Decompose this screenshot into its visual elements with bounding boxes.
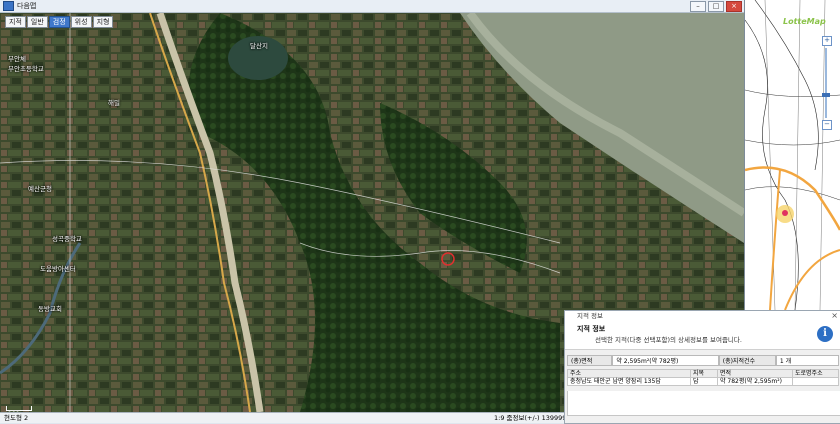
- overview-map[interactable]: LotteMap + −: [745, 0, 840, 310]
- parcel-count-label: (총)지적건수: [718, 355, 776, 366]
- road-address-cell: [792, 377, 839, 386]
- tab-terrain[interactable]: 지형: [92, 16, 114, 28]
- dialog-heading: 지적 정보: [577, 325, 606, 333]
- dialog-header: 지적 정보 선택한 지적(다중 선택포함)의 상세정보를 보여줍니다. i: [565, 321, 840, 350]
- dialog-subtitle: 선택한 지적(다중 선택포함)의 상세정보를 보여줍니다.: [595, 336, 742, 344]
- poi-label[interactable]: 해밀: [108, 97, 120, 107]
- summary-row: (총)면적 약 2,595m²(약 782평) (총)지적건수 1 개: [567, 355, 839, 366]
- tab-satellite[interactable]: 위성: [70, 16, 92, 28]
- close-button[interactable]: ×: [726, 1, 742, 12]
- poi-label[interactable]: 도움방아센터: [40, 263, 76, 273]
- column-header[interactable]: 도로명주소: [792, 369, 839, 378]
- lake-label: 달산지: [250, 42, 268, 50]
- tab-cadastral[interactable]: 지적: [5, 16, 26, 28]
- parcel-info-dialog: 지적 정보 × 지적 정보 선택한 지적(다중 선택포함)의 상세정보를 보여줍…: [564, 310, 840, 424]
- poi-label[interactable]: 동방교회: [38, 303, 62, 313]
- poi-label[interactable]: 부안초등학교: [8, 63, 44, 73]
- tab-hybrid[interactable]: 검정: [48, 16, 70, 28]
- column-header[interactable]: 면적: [717, 369, 793, 378]
- table-header-row: 주소 지목 면적 도로명주소: [567, 369, 839, 378]
- zoom-out-button[interactable]: −: [822, 120, 832, 130]
- dialog-close-button[interactable]: ×: [831, 311, 838, 321]
- zoom-in-button[interactable]: +: [822, 36, 832, 46]
- column-header[interactable]: 지목: [690, 369, 718, 378]
- total-area-label: (총)면적: [567, 355, 613, 366]
- info-icon: i: [817, 326, 833, 342]
- dialog-titlebar[interactable]: 지적 정보 ×: [565, 311, 840, 321]
- zoom-control[interactable]: + −: [822, 36, 832, 130]
- tab-general[interactable]: 일반: [26, 16, 48, 28]
- poi-label[interactable]: 부안체: [8, 53, 26, 63]
- app-icon: [3, 1, 14, 11]
- area-cell: 약 782평(약 2,595m²): [717, 377, 793, 386]
- zoom-slider-thumb[interactable]: [822, 93, 830, 97]
- land-category-cell: 답: [690, 377, 718, 386]
- dialog-title: 지적 정보: [577, 312, 603, 320]
- parcel-count-value: 1 개: [775, 355, 839, 366]
- table-empty-area: [567, 391, 840, 416]
- address-cell: 충청남도 태안군 남면 양잠리 135답: [567, 377, 691, 386]
- maximize-button[interactable]: □: [708, 1, 724, 12]
- minimize-button[interactable]: –: [690, 1, 706, 12]
- poi-label[interactable]: 성곡중학교: [52, 233, 82, 243]
- total-area-value: 약 2,595m²(약 782평): [612, 355, 719, 366]
- table-row[interactable]: 충청남도 태안군 남면 양잠리 135답 답 약 782평(약 2,595m²): [567, 377, 839, 386]
- poi-label[interactable]: 예산군청: [28, 183, 52, 193]
- window-title: 다음맵: [17, 2, 37, 10]
- parcel-table: 주소 지목 면적 도로명주소 충청남도 태안군 남면 양잠리 135답 답 약 …: [567, 369, 839, 386]
- zoom-slider[interactable]: [822, 48, 830, 118]
- minimap-logo: LotteMap: [783, 17, 826, 26]
- window-titlebar[interactable]: 다음맵 – □ ×: [0, 0, 744, 13]
- column-header[interactable]: 주소: [567, 369, 691, 378]
